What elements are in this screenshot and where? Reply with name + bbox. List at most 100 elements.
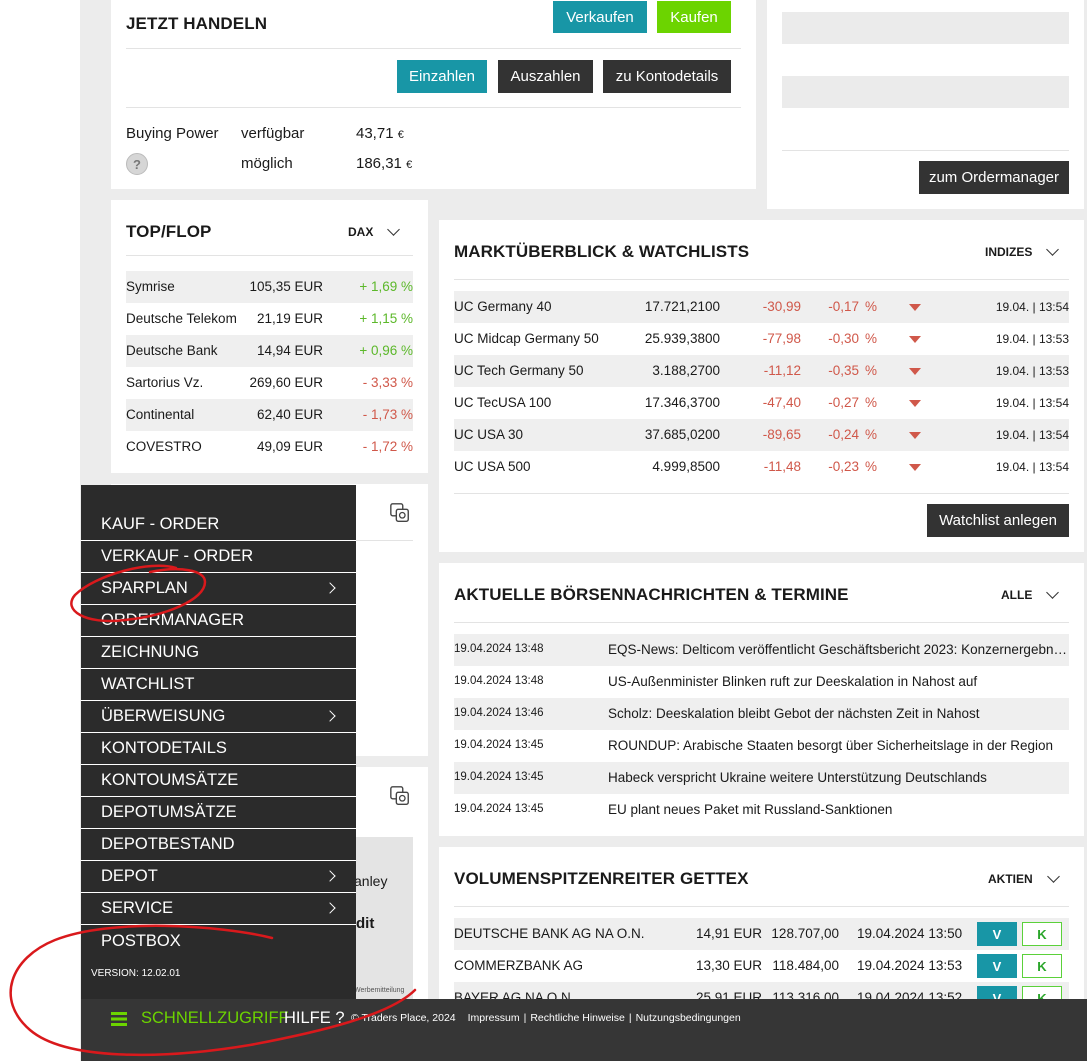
news-row[interactable]: 19.04.2024 13:46 Scholz: Deeskalation ble… [454, 698, 1069, 730]
index-name[interactable]: UC USA 30 [454, 427, 523, 442]
news-row[interactable]: 19.04.2024 13:48 EQS-News: Delticom veröf… [454, 634, 1069, 666]
stock-name[interactable]: DEUTSCHE BANK AG NA O.N. [454, 926, 645, 941]
menu-item-depot[interactable]: DEPOT [81, 861, 356, 893]
pct-value: -0,27 [828, 395, 859, 410]
news-headline[interactable]: ROUNDUP: Arabische Staaten besorgt über … [608, 738, 1069, 753]
stock-name[interactable]: Deutsche Bank [126, 343, 218, 358]
copy-icon[interactable] [389, 785, 411, 807]
stock-change: + 0,96 % [359, 343, 413, 358]
topflop-index-select[interactable]: DAX [348, 223, 401, 239]
topflop-row[interactable]: Sartorius Vz. 269,60 EUR - 3,33 % [126, 367, 413, 399]
menu-item-service[interactable]: SERVICE [81, 893, 356, 925]
stock-name[interactable]: COMMERZBANK AG [454, 958, 583, 973]
stock-name[interactable]: COVESTRO [126, 439, 202, 454]
news-headline[interactable]: EQS-News: Delticom veröffentlicht Geschä… [608, 642, 1069, 657]
news-headline[interactable]: Scholz: Deeskalation bleibt Gebot der nä… [608, 706, 1069, 721]
menu-item-sparplan[interactable]: SPARPLAN [81, 573, 356, 605]
menu-item-kontoumsätze[interactable]: KONTOUMSÄTZE [81, 765, 356, 797]
index-row[interactable]: UC Tech Germany 50 3.188,2700 -11,12 -0,35%… [454, 355, 1069, 387]
news-headline[interactable]: Habeck verspricht Ukraine weitere Unters… [608, 770, 1069, 785]
topflop-row[interactable]: Continental 62,40 EUR - 1,73 % [126, 399, 413, 431]
index-value: 37.685,0200 [644, 427, 720, 442]
menu-item-kontodetails[interactable]: KONTODETAILS [81, 733, 356, 765]
volume-panel: VOLUMENSPITZENREITER GETTEX AKTIEN DEUTS… [439, 847, 1084, 1014]
index-row[interactable]: UC Midcap Germany 50 25.939,3800 -77,98 -0,… [454, 323, 1069, 355]
news-row[interactable]: 19.04.2024 13:48 US-Außenminister Blinken… [454, 666, 1069, 698]
index-name[interactable]: UC TecUSA 100 [454, 395, 551, 410]
index-pct-change: -0,17% [828, 299, 877, 314]
stock-change: - 1,72 % [362, 439, 413, 454]
help-icon[interactable]: ? [126, 153, 148, 175]
menu-item-zeichnung[interactable]: ZEICHNUNG [81, 637, 356, 669]
index-row[interactable]: UC Germany 40 17.721,2100 -30,99 -0,17% 19.0… [454, 291, 1069, 323]
menu-item-ordermanager[interactable]: ORDERMANAGER [81, 605, 356, 637]
menu-item-verkauf-order[interactable]: VERKAUF - ORDER [81, 541, 356, 573]
index-pct-change: -0,35% [828, 363, 877, 378]
menu-item-depotbestand[interactable]: DEPOTBESTAND [81, 829, 356, 861]
copy-icon[interactable] [389, 502, 411, 524]
index-row[interactable]: UC USA 30 37.685,0200 -89,65 -0,24% 19.04. |… [454, 419, 1069, 451]
withdraw-button[interactable]: Auszahlen [498, 60, 593, 93]
legal-link[interactable]: Rechtliche Hinweise [530, 1012, 625, 1024]
stock-name[interactable]: Deutsche Telekom [126, 311, 237, 326]
account-details-button[interactable]: zu Kontodetails [603, 60, 731, 93]
buy-k-button[interactable]: K [1022, 922, 1062, 946]
topflop-row[interactable]: Deutsche Telekom 21,19 EUR + 1,15 % [126, 303, 413, 335]
topflop-row[interactable]: COVESTRO 49,09 EUR - 1,72 % [126, 431, 413, 463]
news-row[interactable]: 19.04.2024 13:45 ROUNDUP: Arabische Staat… [454, 730, 1069, 762]
topflop-row[interactable]: Symrise 105,35 EUR + 1,69 % [126, 271, 413, 303]
stock-name[interactable]: Continental [126, 407, 194, 422]
index-name[interactable]: UC Germany 40 [454, 299, 552, 314]
deposit-button[interactable]: Einzahlen [397, 60, 487, 93]
index-name[interactable]: UC USA 500 [454, 459, 531, 474]
menu-item-label: ORDERMANAGER [101, 611, 245, 629]
down-triangle-icon [909, 368, 921, 375]
index-row[interactable]: UC USA 500 4.999,8500 -11,48 -0,23% 19.04. |… [454, 451, 1069, 483]
menu-item-überweisung[interactable]: ÜBERWEISUNG [81, 701, 356, 733]
stock-price: 21,19 EUR [256, 311, 323, 326]
terms-link[interactable]: Nutzungsbedingungen [636, 1012, 741, 1024]
placeholder-bar [782, 76, 1069, 108]
volume-row[interactable]: DEUTSCHE BANK AG NA O.N. 14,91 EUR 128.707… [454, 918, 1069, 950]
sell-v-button[interactable]: V [977, 922, 1017, 946]
create-watchlist-button[interactable]: Watchlist anlegen [927, 504, 1069, 537]
news-row[interactable]: 19.04.2024 13:45 EU plant neues Paket mit… [454, 794, 1069, 826]
stock-volume: 118.484,00 [772, 958, 839, 973]
market-category-select[interactable]: INDIZES [985, 243, 1060, 259]
stock-name[interactable]: Symrise [126, 279, 175, 294]
stock-change: + 1,15 % [359, 311, 413, 326]
sell-v-button[interactable]: V [977, 954, 1017, 978]
index-row[interactable]: UC TecUSA 100 17.346,3700 -47,40 -0,27% 19.0… [454, 387, 1069, 419]
stock-name[interactable]: Sartorius Vz. [126, 375, 203, 390]
buy-k-button[interactable]: K [1022, 954, 1062, 978]
index-name[interactable]: UC Midcap Germany 50 [454, 331, 599, 346]
news-category-select[interactable]: ALLE [1001, 586, 1060, 602]
order-manager-button[interactable]: zum Ordermanager [919, 161, 1069, 194]
menu-item-label: VERKAUF - ORDER [101, 547, 254, 565]
chevron-down-icon [1046, 586, 1060, 599]
quick-access-button[interactable]: SCHNELLZUGRIFF [111, 1009, 289, 1028]
menu-item-watchlist[interactable]: WATCHLIST [81, 669, 356, 701]
chevron-right-icon [324, 870, 336, 882]
news-headline[interactable]: US-Außenminister Blinken ruft zur Deeska… [608, 674, 1069, 689]
menu-item-kauf-order[interactable]: KAUF - ORDER [81, 509, 356, 541]
pct-unit: % [864, 299, 877, 314]
pct-unit: % [864, 363, 877, 378]
menu-item-depotumsätze[interactable]: DEPOTUMSÄTZE [81, 797, 356, 829]
news-title: AKTUELLE BÖRSENNACHRICHTEN & TERMINE [454, 585, 849, 604]
sell-button[interactable]: Verkaufen [553, 1, 647, 33]
stock-price: 269,60 EUR [249, 375, 323, 390]
buy-button[interactable]: Kaufen [657, 1, 731, 33]
volume-row[interactable]: COMMERZBANK AG 13,30 EUR 118.484,00 19.04.2… [454, 950, 1069, 982]
chevron-down-icon [387, 223, 401, 236]
down-triangle-icon [909, 336, 921, 343]
menu-item-postbox[interactable]: POSTBOX [81, 925, 356, 957]
impressum-link[interactable]: Impressum [468, 1012, 520, 1024]
help-link[interactable]: HILFE ? [284, 1009, 345, 1028]
news-headline[interactable]: EU plant neues Paket mit Russland-Sankti… [608, 802, 1069, 817]
index-name[interactable]: UC Tech Germany 50 [454, 363, 584, 378]
volume-category-select[interactable]: AKTIEN [988, 870, 1060, 886]
index-pct-change: -0,30% [828, 331, 877, 346]
news-row[interactable]: 19.04.2024 13:45 Habeck verspricht Ukrain… [454, 762, 1069, 794]
topflop-row[interactable]: Deutsche Bank 14,94 EUR + 0,96 % [126, 335, 413, 367]
